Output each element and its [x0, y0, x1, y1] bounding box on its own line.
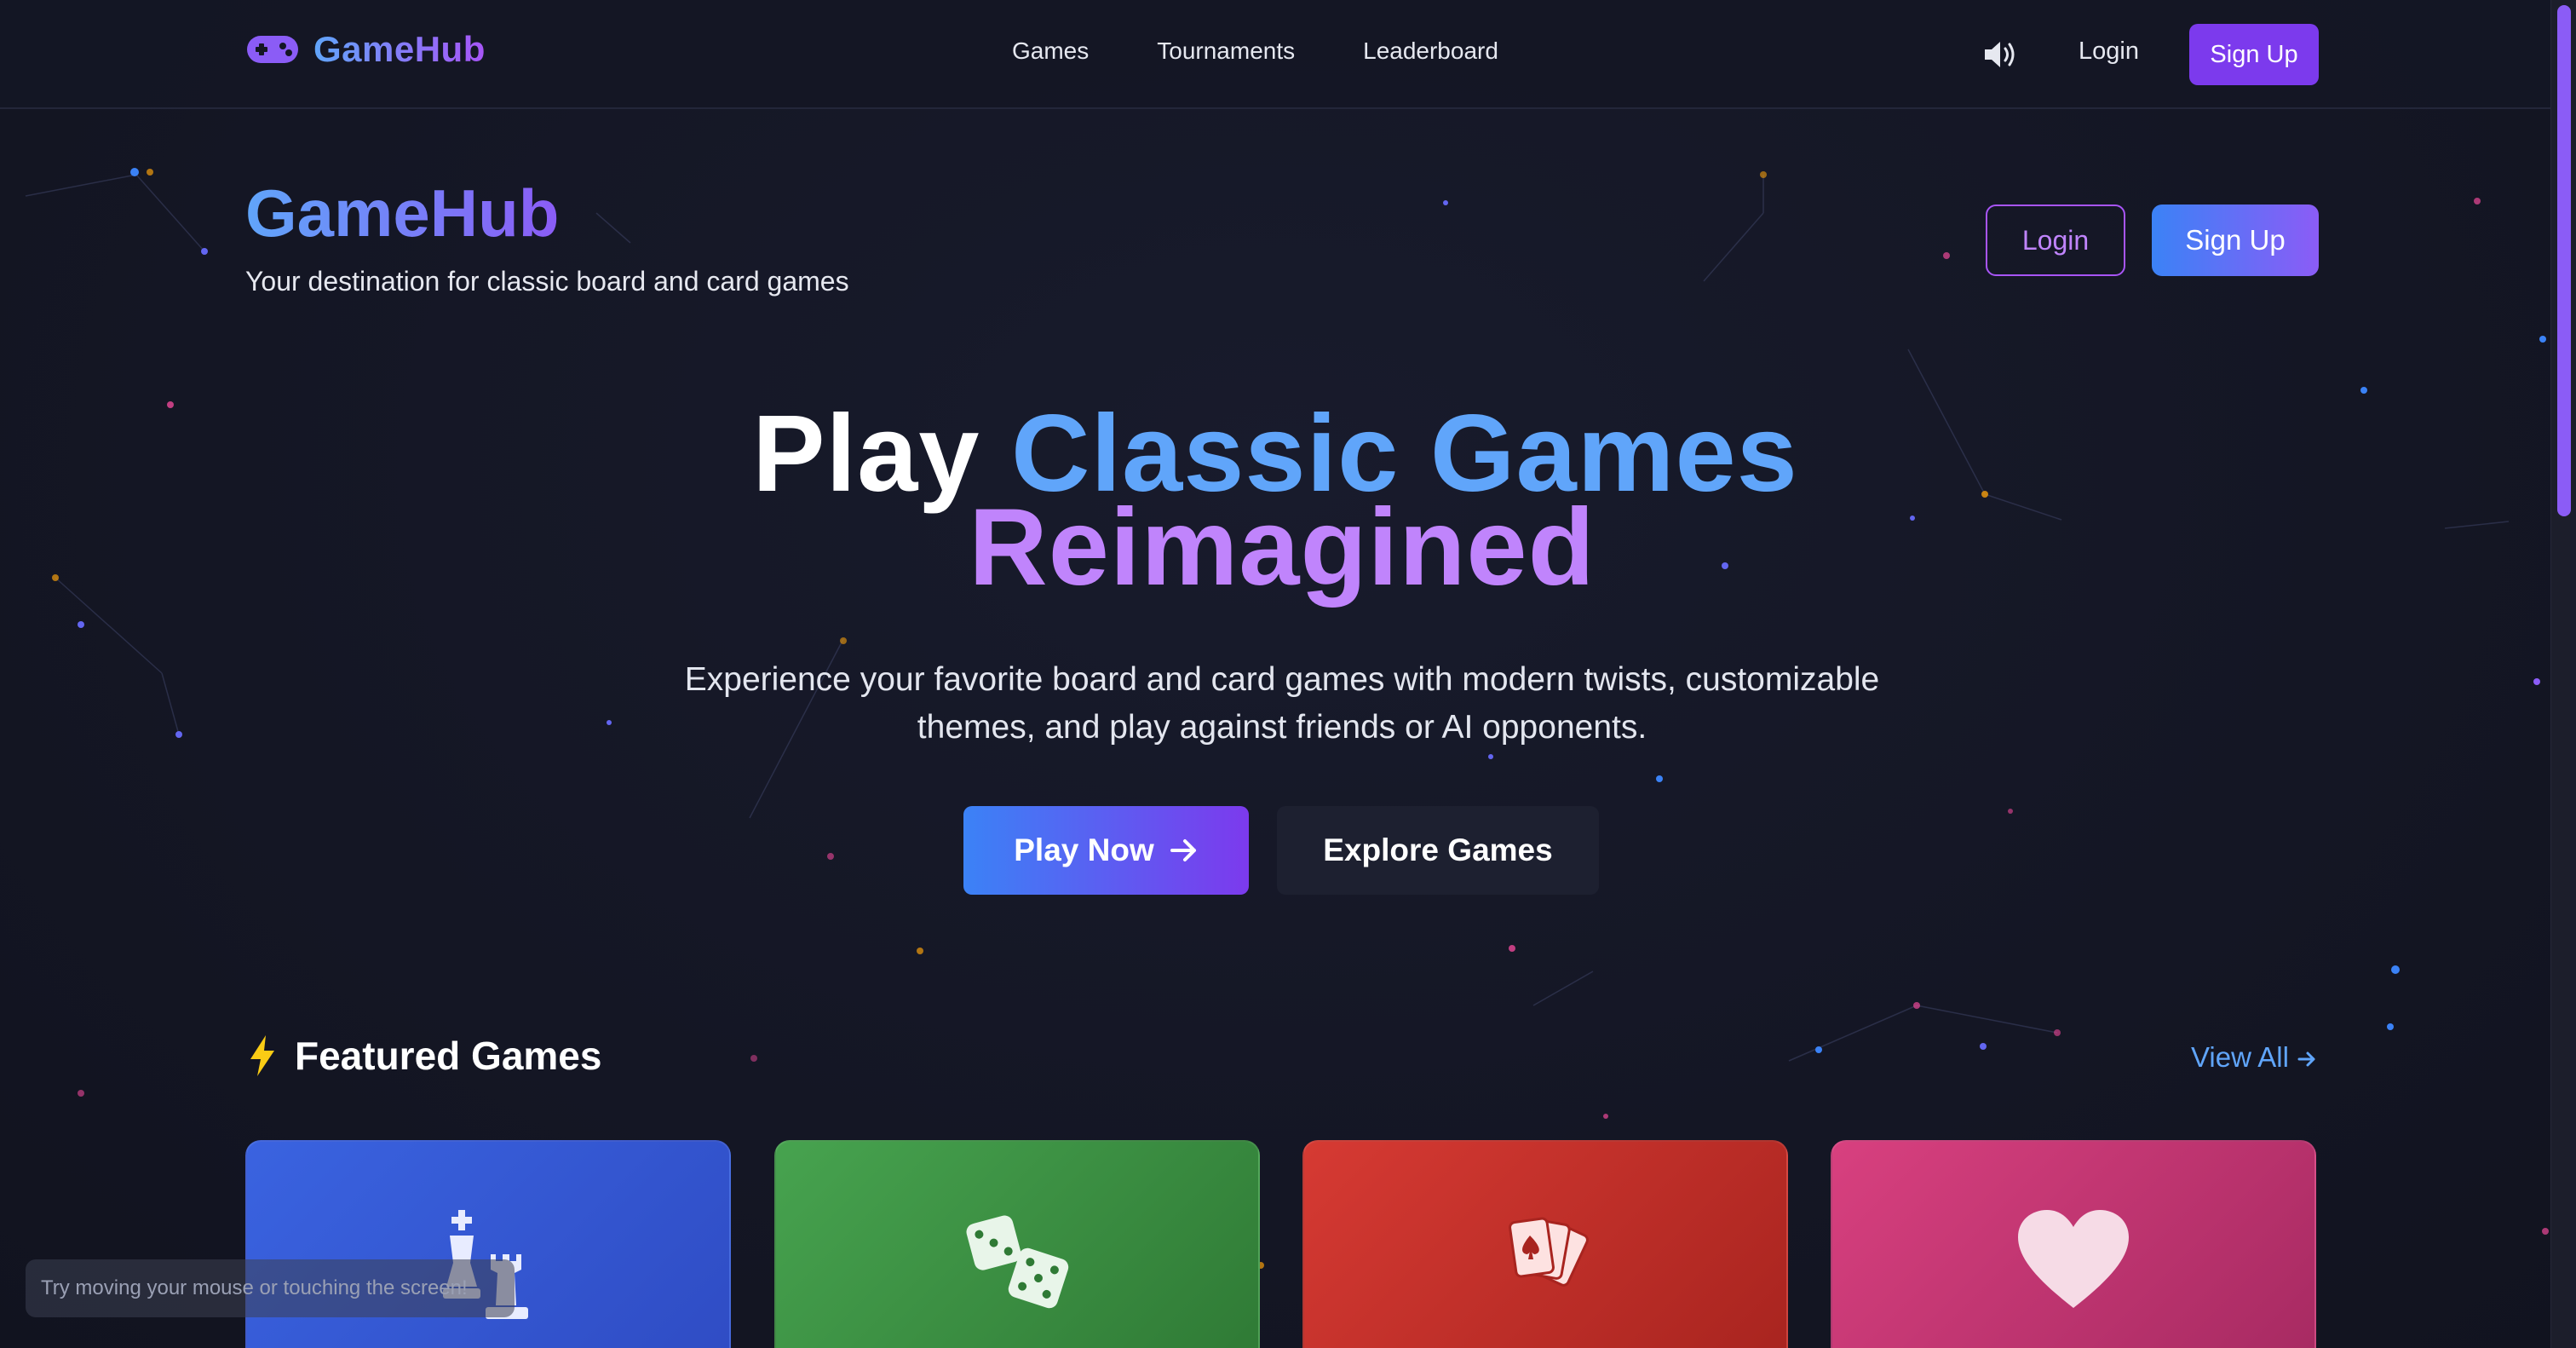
game-card-hearts[interactable] — [1831, 1140, 2316, 1348]
card-art — [1832, 1142, 2314, 1348]
nav-signup-button[interactable]: Sign Up — [2189, 24, 2319, 85]
game-card-cards[interactable] — [1302, 1140, 1788, 1348]
site-title: GameHub — [245, 176, 560, 251]
interaction-hint: Try moving your mouse or touching the sc… — [26, 1259, 515, 1317]
header-signup-button[interactable]: Sign Up — [2152, 205, 2319, 276]
play-now-button[interactable]: Play Now — [963, 806, 1249, 895]
explore-games-button[interactable]: Explore Games — [1277, 806, 1599, 895]
view-all-link[interactable]: View All — [2191, 1041, 2317, 1074]
brand-name: GameHub — [313, 29, 486, 69]
header-login-button[interactable]: Login — [1986, 205, 2125, 276]
speaker-icon[interactable] — [1981, 37, 2019, 72]
card-art — [776, 1142, 1258, 1348]
nav-link-games[interactable]: Games — [1012, 37, 1089, 65]
top-navbar: GameHub Games Tournaments Leaderboard Lo… — [0, 0, 2550, 109]
nav-login-link[interactable]: Login — [2079, 37, 2139, 66]
featured-games-title: Featured Games — [295, 1034, 602, 1078]
scrollbar-thumb[interactable] — [2557, 5, 2571, 516]
hero-headline-reimagined: Reimagined — [969, 487, 1596, 608]
arrow-right-icon — [2297, 1051, 2315, 1067]
playing-cards-icon — [1509, 1217, 1589, 1287]
dice-icon — [966, 1215, 1069, 1309]
site-tagline: Your destination for classic board and c… — [245, 266, 849, 297]
page-scrollbar[interactable] — [2550, 0, 2576, 1348]
play-now-label: Play Now — [1014, 832, 1154, 867]
card-art — [1304, 1142, 1786, 1348]
game-card-dice[interactable] — [774, 1140, 1260, 1348]
view-all-label: View All — [2191, 1041, 2289, 1073]
brand-logo[interactable]: GameHub — [245, 29, 486, 70]
arrow-right-icon — [1170, 839, 1196, 861]
nav-link-tournaments[interactable]: Tournaments — [1157, 37, 1295, 65]
nav-link-leaderboard[interactable]: Leaderboard — [1363, 37, 1498, 65]
nav-links: Games Tournaments Leaderboard — [1012, 37, 1498, 65]
gamepad-icon — [247, 36, 298, 63]
heart-icon — [2018, 1210, 2129, 1308]
page: GameHub Games Tournaments Leaderboard Lo… — [0, 0, 2576, 1348]
lightning-icon — [250, 1035, 274, 1076]
featured-games-heading: Featured Games — [245, 1033, 601, 1079]
hero-description: Experience your favorite board and card … — [684, 661, 1880, 746]
